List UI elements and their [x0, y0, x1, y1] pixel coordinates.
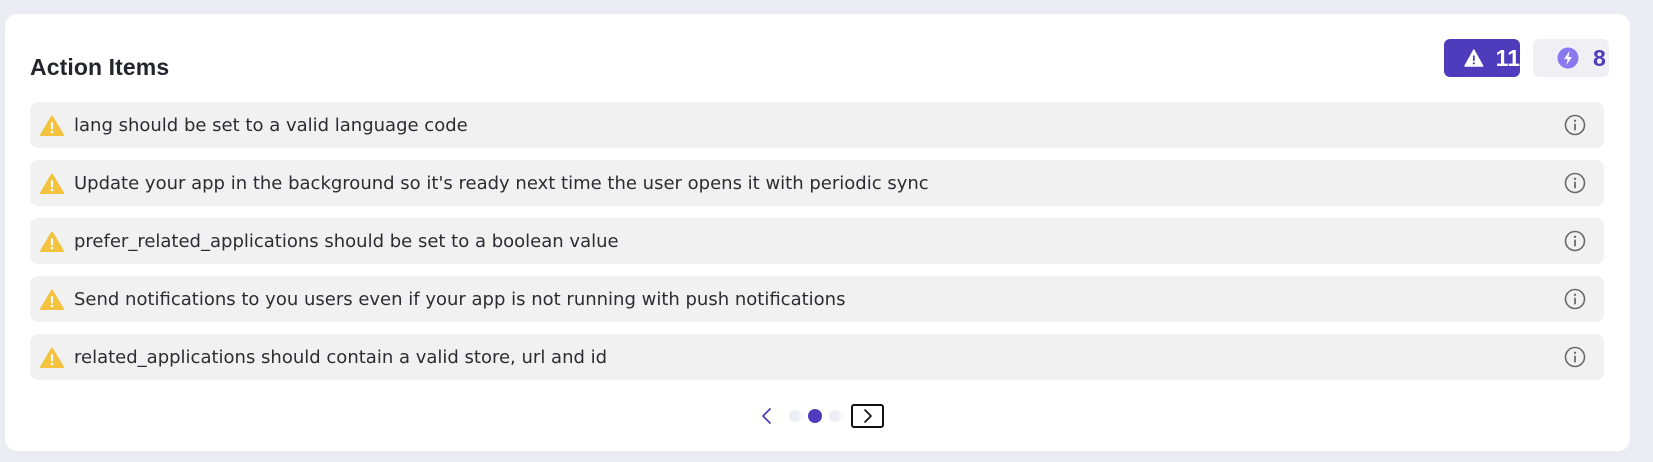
action-item[interactable]: Send notifications to you users even if … [30, 276, 1604, 322]
warning-icon [40, 115, 64, 136]
action-item-text: Send notifications to you users even if … [74, 288, 846, 310]
action-item-text: lang should be set to a valid language c… [74, 114, 468, 136]
chevron-left-icon[interactable] [757, 404, 777, 428]
card-title: Action Items [30, 54, 170, 80]
page-dot-3[interactable] [829, 410, 841, 422]
warning-icon [40, 231, 64, 252]
lightning-bolt-icon [1557, 47, 1579, 69]
action-item-text: Update your app in the background so it'… [74, 172, 929, 194]
warning-triangle-icon [1464, 49, 1484, 67]
warnings-count-badge[interactable]: 11 [1444, 39, 1520, 77]
info-icon[interactable] [1563, 229, 1587, 253]
chevron-right-icon [863, 409, 872, 423]
info-icon[interactable] [1563, 113, 1587, 137]
page-dot-2[interactable] [808, 409, 822, 423]
info-icon[interactable] [1563, 287, 1587, 311]
warning-icon [40, 347, 64, 368]
info-icon[interactable] [1563, 171, 1587, 195]
info-icon[interactable] [1563, 345, 1587, 369]
action-item[interactable]: Update your app in the background so it'… [30, 160, 1604, 206]
action-item[interactable]: lang should be set to a valid language c… [30, 102, 1604, 148]
action-item-text: prefer_related_applications should be se… [74, 230, 619, 252]
pagination [757, 403, 884, 429]
action-item[interactable]: related_applications should contain a va… [30, 334, 1604, 380]
warning-icon [40, 289, 64, 310]
action-item[interactable]: prefer_related_applications should be se… [30, 218, 1604, 264]
improvements-count-badge[interactable]: 8 [1533, 39, 1609, 77]
action-item-text: related_applications should contain a va… [74, 346, 608, 368]
improvements-count: 8 [1593, 44, 1606, 71]
warning-icon [40, 173, 64, 194]
warnings-count: 11 [1495, 44, 1520, 71]
action-items-list: lang should be set to a valid language c… [30, 102, 1604, 392]
page-dot-1[interactable] [789, 410, 801, 422]
next-page-button[interactable] [851, 404, 884, 428]
